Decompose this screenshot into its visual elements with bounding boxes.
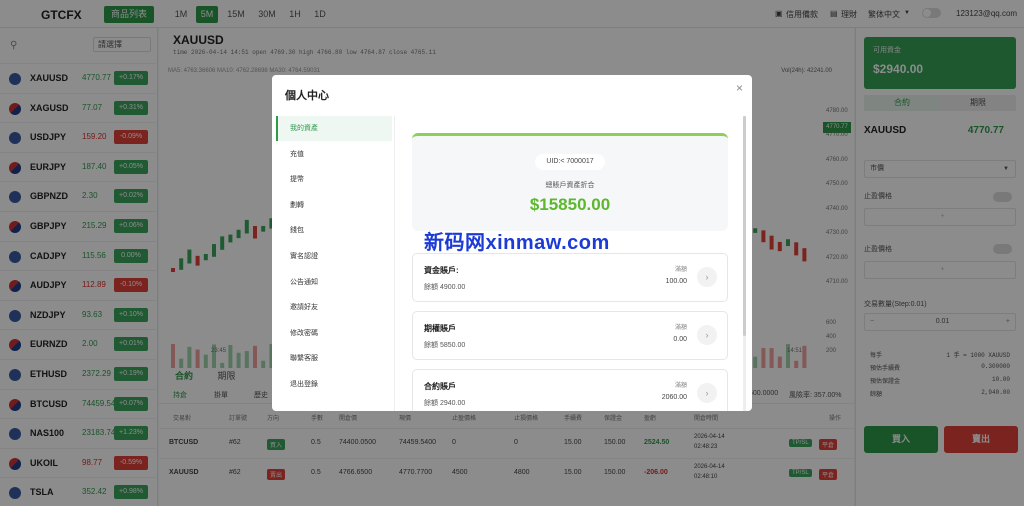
chevron-right-icon[interactable]: ›: [697, 267, 717, 287]
modal-nav-item[interactable]: 劃轉: [276, 193, 392, 218]
modal-nav-item[interactable]: 修改密碼: [276, 321, 392, 346]
account-bonus-value: 100.00: [665, 278, 687, 285]
account-bonus-label: 滿額: [675, 383, 688, 389]
account-title: 期權賬戶: [424, 324, 456, 333]
modal-nav-item[interactable]: 聯繫客服: [276, 346, 392, 371]
modal-scrollbar[interactable]: [743, 116, 746, 411]
account-card[interactable]: 期權賬戶 餘額 5850.00 滿額 0.00 ›: [412, 311, 728, 360]
total-assets-card: UID:< 7000017 總賬戶資產折合 $15850.00: [412, 133, 728, 231]
account-balance: 餘額 5850.00: [424, 342, 466, 349]
modal-nav: 我的資產 充值 提幣 劃轉 錢包 實名認證 公告通知 邀請好友 修改密碼 聯繫客服 退出登錄: [276, 116, 392, 411]
account-bonus-value: 2060.00: [661, 394, 687, 401]
account-card[interactable]: 合約賬戶 餘額 2940.00 滿額 2060.00 ›: [412, 369, 728, 411]
uid-badge: UID:< 7000017: [535, 154, 605, 170]
modal-nav-item[interactable]: 邀請好友: [276, 295, 392, 320]
assets-content: UID:< 7000017 總賬戶資產折合 $15850.00 資金賬戶: 餘額…: [412, 133, 730, 411]
close-icon[interactable]: ×: [736, 81, 743, 95]
chevron-right-icon[interactable]: ›: [697, 325, 717, 345]
account-title: 資金賬戶:: [424, 266, 459, 275]
modal-nav-item[interactable]: 錢包: [276, 218, 392, 243]
account-card[interactable]: 資金賬戶: 餘額 4900.00 滿額 100.00 ›: [412, 253, 728, 302]
modal-nav-item[interactable]: 實名認證: [276, 244, 392, 269]
modal-nav-item[interactable]: 充值: [276, 142, 392, 167]
account-bonus-label: 滿額: [675, 325, 688, 331]
chevron-right-icon[interactable]: ›: [697, 383, 717, 403]
modal-nav-item[interactable]: 公告通知: [276, 270, 392, 295]
modal-nav-item[interactable]: 退出登錄: [276, 372, 392, 397]
modal-nav-item[interactable]: 提幣: [276, 167, 392, 192]
account-title: 合約賬戶: [424, 382, 456, 391]
account-bonus-value: 0.00: [673, 336, 687, 343]
account-balance: 餘額 2940.00: [424, 400, 466, 407]
account-bonus-label: 滿額: [675, 267, 688, 273]
watermark: 新码网xinmaw.com: [424, 232, 610, 254]
account-balance: 餘額 4900.00: [424, 284, 466, 291]
divider: [394, 116, 395, 411]
total-assets-label: 總賬戶資產折合: [545, 182, 595, 189]
modal-nav-item[interactable]: 我的資產: [276, 116, 392, 141]
modal-title: 個人中心: [285, 90, 329, 102]
total-assets-value: $15850.00: [529, 195, 611, 214]
